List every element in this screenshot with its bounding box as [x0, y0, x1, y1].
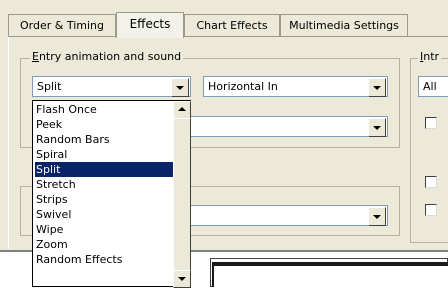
- effect-select-value: Split: [37, 80, 62, 93]
- entry-animation-group-label: Entry animation and sound: [30, 50, 184, 63]
- intro-checkbox-2[interactable]: [425, 176, 437, 188]
- introduce-text-select[interactable]: All: [418, 76, 448, 97]
- list-item-selected[interactable]: Split: [35, 162, 174, 177]
- list-item[interactable]: Strips: [35, 192, 174, 207]
- sound-select-dropdown-button[interactable]: [368, 118, 386, 137]
- after-animation-dropdown-button[interactable]: [368, 207, 386, 226]
- chevron-down-icon: [373, 126, 381, 130]
- list-item[interactable]: Random Bars: [35, 132, 174, 147]
- list-item[interactable]: Swivel: [35, 207, 174, 222]
- introduce-text-group-label: Intr: [418, 50, 442, 63]
- sound-select[interactable]: [176, 116, 388, 137]
- tab-chart-effects[interactable]: Chart Effects: [184, 14, 280, 38]
- list-item[interactable]: Flash Once: [35, 102, 174, 117]
- intro-checkbox-3[interactable]: [425, 204, 437, 216]
- scrollbar-thumb[interactable]: [173, 118, 191, 272]
- list-item[interactable]: Spiral: [35, 147, 174, 162]
- chevron-down-icon: [373, 215, 381, 219]
- list-item[interactable]: Wipe: [35, 222, 174, 237]
- dropdown-scrollbar[interactable]: [173, 101, 191, 288]
- direction-select-dropdown-button[interactable]: [368, 78, 386, 97]
- scroll-down-button[interactable]: [173, 270, 191, 288]
- list-item[interactable]: Peek: [35, 117, 174, 132]
- introduce-text-select-value: All: [423, 80, 437, 93]
- chevron-up-icon: [178, 107, 186, 111]
- effect-select[interactable]: Split: [32, 76, 191, 97]
- effect-select-dropdown-button[interactable]: [171, 78, 189, 97]
- chevron-down-icon: [178, 277, 186, 281]
- tab-effects[interactable]: Effects: [116, 12, 184, 38]
- list-item[interactable]: Stretch: [35, 177, 174, 192]
- intro-checkbox-1[interactable]: [425, 117, 437, 129]
- list-item[interactable]: Zoom: [35, 237, 174, 252]
- direction-select[interactable]: Horizontal In: [203, 76, 388, 97]
- chevron-down-icon: [373, 86, 381, 90]
- slide-preview-content: [214, 266, 448, 287]
- scroll-up-button[interactable]: [173, 101, 191, 119]
- tab-multimedia-settings[interactable]: Multimedia Settings: [280, 14, 408, 38]
- chevron-down-icon: [176, 86, 184, 90]
- after-animation-select[interactable]: [176, 205, 388, 226]
- effect-dropdown-list[interactable]: Flash Once Peek Random Bars Spiral Split…: [32, 100, 191, 288]
- tab-order-timing[interactable]: Order & Timing: [8, 14, 116, 38]
- direction-select-value: Horizontal In: [208, 80, 278, 93]
- list-item[interactable]: Random Effects: [35, 252, 174, 267]
